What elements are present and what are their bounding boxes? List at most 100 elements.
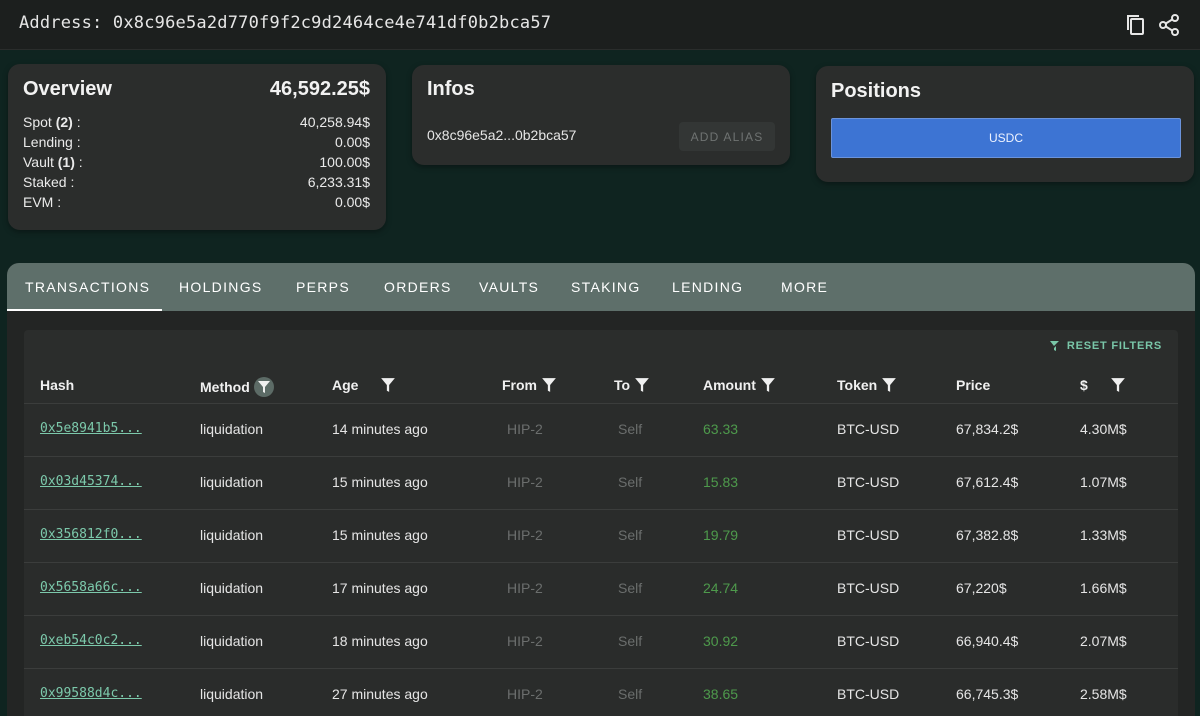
filter-icon[interactable]	[541, 377, 557, 393]
positions-title: Positions	[831, 80, 922, 102]
filter-icon[interactable]	[881, 377, 897, 393]
active-tab-indicator	[7, 309, 162, 311]
tx-price: 66,940.4$	[956, 633, 1019, 649]
address-label: Address:	[19, 13, 103, 33]
overview-value: 0.00$	[334, 134, 370, 150]
table-row: 0x356812f0... liquidation 15 minutes ago…	[24, 509, 1178, 562]
infos-card: Infos 0x8c96e5a2...0b2bca57 ADD ALIAS	[412, 65, 790, 165]
reset-filters-button[interactable]: RESET FILTERS	[1049, 340, 1162, 352]
tab-staking[interactable]: STAKING	[571, 279, 641, 295]
reset-filters-label: RESET FILTERS	[1066, 340, 1162, 352]
tx-amount: 30.92	[703, 633, 739, 649]
tx-age: 15 minutes ago	[332, 527, 428, 543]
tab-orders[interactable]: ORDERS	[384, 279, 452, 295]
tx-amount: 38.65	[703, 686, 739, 702]
table-row: 0x5658a66c... liquidation 17 minutes ago…	[24, 562, 1178, 615]
column-label: $	[1080, 377, 1088, 393]
column-header-token: Token	[837, 377, 897, 393]
tx-usd-value: 1.07M$	[1080, 474, 1127, 490]
column-label: To	[614, 377, 631, 393]
tx-to: Self	[618, 580, 643, 596]
tx-hash-link[interactable]: 0x5e8941b5...	[40, 421, 142, 436]
column-label: Token	[837, 377, 878, 393]
tx-usd-value: 2.07M$	[1080, 633, 1127, 649]
column-header-to: To	[614, 377, 650, 393]
tx-amount: 15.83	[703, 474, 739, 490]
tx-from: HIP-2	[507, 686, 543, 702]
tx-hash-link[interactable]: 0x356812f0...	[40, 527, 142, 542]
tx-token: BTC-USD	[837, 686, 900, 702]
tab-vaults[interactable]: VAULTS	[479, 279, 539, 295]
tab-lending[interactable]: LENDING	[672, 279, 743, 295]
filter-icon[interactable]	[634, 377, 650, 393]
tx-from: HIP-2	[507, 633, 543, 649]
table-row: 0x03d45374... liquidation 15 minutes ago…	[24, 456, 1178, 509]
tx-method: liquidation	[200, 474, 264, 490]
tx-token: BTC-USD	[837, 421, 900, 437]
tx-to: Self	[618, 474, 643, 490]
tx-to: Self	[618, 686, 643, 702]
column-header-price: Price	[956, 377, 990, 393]
position-bar-usdc[interactable]: USDC	[831, 118, 1181, 158]
tx-age: 15 minutes ago	[332, 474, 428, 490]
tx-price: 67,220$	[956, 580, 1007, 596]
add-alias-button[interactable]: ADD ALIAS	[679, 122, 775, 151]
tx-usd-value: 4.30M$	[1080, 421, 1127, 437]
positions-card: Positions USDC	[816, 66, 1194, 182]
tx-hash-link[interactable]: 0xeb54c0c2...	[40, 633, 142, 648]
copy-icon[interactable]	[1124, 13, 1148, 37]
tx-token: BTC-USD	[837, 527, 900, 543]
overview-row-vault: Vault (1) : 100.00$	[23, 154, 370, 170]
column-label: Age	[332, 377, 359, 393]
tx-hash-link[interactable]: 0x03d45374...	[40, 474, 142, 489]
overview-title: Overview	[23, 78, 112, 100]
tx-to: Self	[618, 421, 643, 437]
overview-count: (2)	[55, 114, 73, 130]
overview-count: (1)	[57, 154, 75, 170]
filter-icon[interactable]	[1110, 377, 1126, 393]
tx-price: 67,382.8$	[956, 527, 1019, 543]
address-value[interactable]: 0x8c96e5a2d770f9f2c9d2464ce4e741df0b2bca…	[113, 13, 551, 33]
tx-amount: 24.74	[703, 580, 739, 596]
overview-label: Spot	[23, 114, 52, 130]
tx-method: liquidation	[200, 421, 264, 437]
tab-transactions[interactable]: TRANSACTIONS	[25, 279, 150, 295]
tab-holdings[interactable]: HOLDINGS	[179, 279, 263, 295]
tx-hash-link[interactable]: 0x99588d4c...	[40, 686, 142, 701]
overview-value: 40,258.94$	[299, 114, 370, 130]
tx-price: 67,612.4$	[956, 474, 1019, 490]
column-label: Amount	[703, 377, 756, 393]
tx-method: liquidation	[200, 633, 264, 649]
address-line: Address: 0x8c96e5a2d770f9f2c9d2464ce4e74…	[19, 13, 551, 33]
filter-icon[interactable]	[760, 377, 776, 393]
tx-to: Self	[618, 527, 643, 543]
tab-more[interactable]: MORE	[781, 279, 828, 295]
tx-method: liquidation	[200, 527, 264, 543]
filter-icon[interactable]	[253, 377, 274, 397]
column-label: Method	[200, 379, 250, 395]
column-header-from: From	[502, 377, 557, 393]
tx-method: liquidation	[200, 686, 264, 702]
tx-hash-link[interactable]: 0x5658a66c...	[40, 580, 142, 595]
tx-age: 18 minutes ago	[332, 633, 428, 649]
overview-row-spot: Spot (2) : 40,258.94$	[23, 114, 370, 130]
overview-card: Overview 46,592.25$ Spot (2) : 40,258.94…	[8, 64, 386, 230]
tx-age: 17 minutes ago	[332, 580, 428, 596]
tx-age: 14 minutes ago	[332, 421, 428, 437]
infos-short-address: 0x8c96e5a2...0b2bca57	[427, 127, 577, 143]
tx-price: 67,834.2$	[956, 421, 1019, 437]
overview-value: 6,233.31$	[307, 174, 370, 190]
tx-from: HIP-2	[507, 474, 543, 490]
tx-price: 66,745.3$	[956, 686, 1019, 702]
overview-total: 46,592.25$	[269, 78, 370, 100]
filter-icon[interactable]	[380, 377, 396, 393]
tab-perps[interactable]: PERPS	[296, 279, 350, 295]
tx-to: Self	[618, 633, 643, 649]
tx-from: HIP-2	[507, 580, 543, 596]
tx-token: BTC-USD	[837, 633, 900, 649]
column-header-method: Method	[200, 377, 274, 397]
share-icon[interactable]	[1157, 13, 1181, 37]
tx-amount: 19.79	[703, 527, 739, 543]
filter-off-icon	[1049, 340, 1061, 352]
tx-token: BTC-USD	[837, 580, 900, 596]
